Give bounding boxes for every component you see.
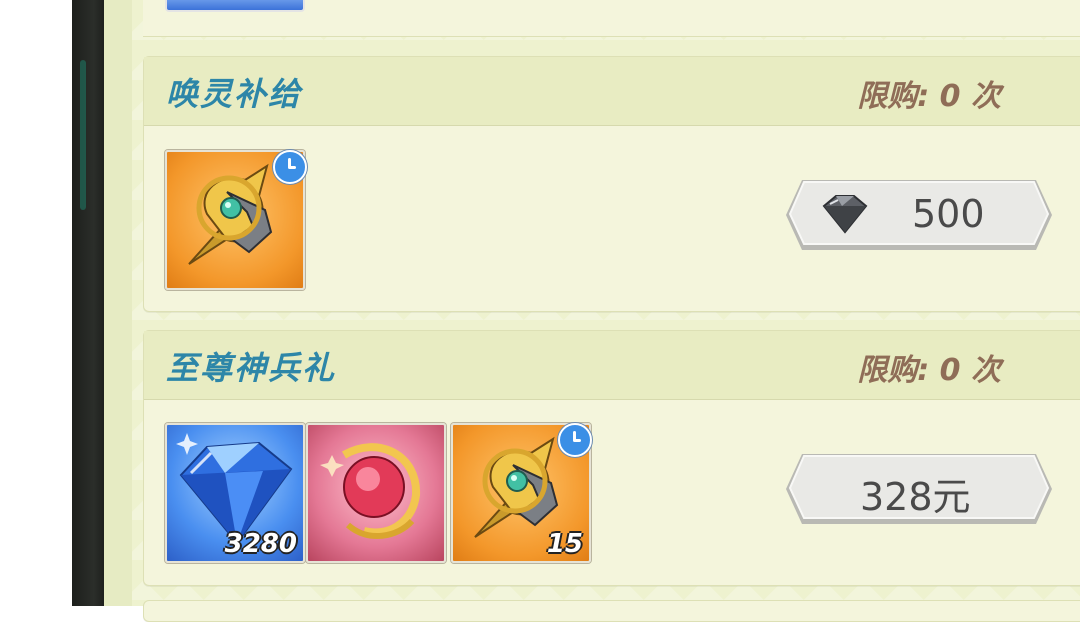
item-quantity: 3280 [224,529,297,559]
decor-stripe [80,60,86,210]
background-left-strip [72,0,108,606]
purchase-limit: 限购: 0 次 [857,353,1001,388]
timer-icon [273,150,307,184]
card-title: 至尊神兵礼 [166,349,337,387]
crimson-orb-icon [320,443,421,540]
previous-card-fragment [143,0,1080,37]
panel-edge [104,0,132,606]
next-card-fragment [143,600,1080,622]
price-value: 500 [912,192,985,236]
buy-button[interactable]: 328元 [784,452,1054,526]
timer-icon [558,423,592,457]
reward-item[interactable]: 3280 [165,423,305,563]
item-quantity: 15 [546,529,583,559]
card-header: 唤灵补给 限购: 0 次 [144,57,1080,126]
shop-card-supreme-weapon-gift: 至尊神兵礼 限购: 0 次 3280 15 328元 [143,330,1080,586]
item-fragment [165,0,305,12]
purchase-limit: 限购: 0 次 [857,79,1001,114]
shop-card-summon-supply: 唤灵补给 限购: 0 次 500 [143,56,1080,312]
buy-button[interactable]: 500 [784,178,1054,252]
diamond-icon [822,195,868,234]
reward-item[interactable] [306,423,446,563]
price-value: 328元 [860,475,971,519]
card-header: 至尊神兵礼 限购: 0 次 [144,331,1080,400]
card-title: 唤灵补给 [166,75,303,113]
